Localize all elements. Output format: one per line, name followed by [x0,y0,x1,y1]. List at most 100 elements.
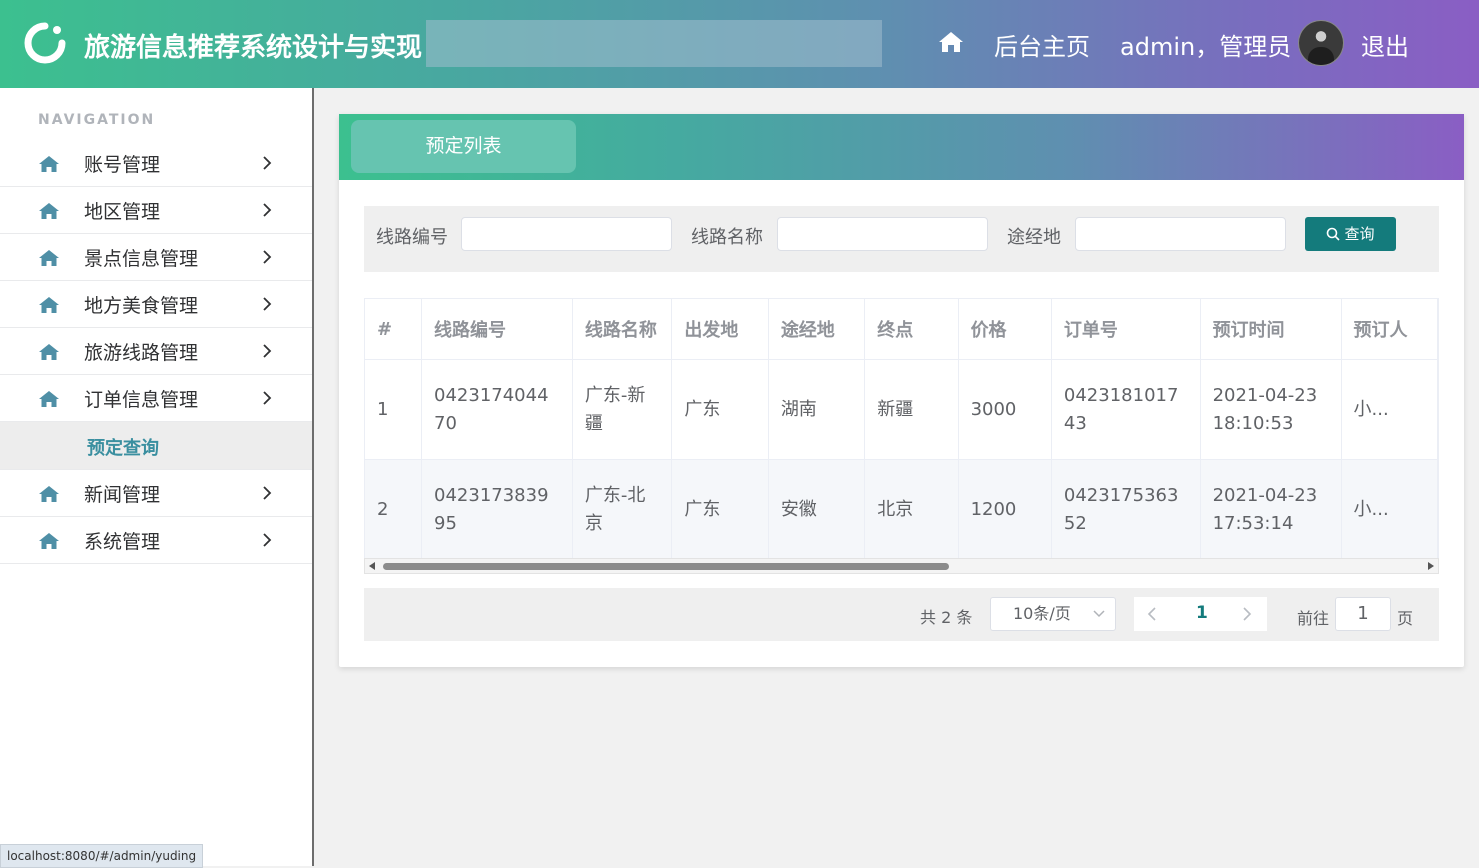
goto-label: 前往 [1297,609,1330,628]
chevron-right-icon [263,486,272,500]
col-header: 终点 [864,299,959,360]
chevron-right-icon [263,156,272,170]
search-bar: 线路编号 线路名称 途经地 查询 [364,206,1439,272]
sidebar-item-news[interactable]: 新闻管理 [0,470,312,517]
table-cell: 3000 [958,359,1052,460]
chevron-down-icon [1093,610,1105,618]
sidebar-item-scenic[interactable]: 景点信息管理 [0,234,312,281]
table-cell: 湖南 [768,359,866,460]
goto-page-input[interactable]: 1 [1335,597,1391,631]
route-no-input[interactable] [461,217,672,251]
col-header: 订单号 [1051,299,1201,360]
home-icon [39,344,59,360]
sidebar-item-account[interactable]: 账号管理 [0,140,312,187]
sidebar-subitem-label: 预定查询 [87,438,159,459]
table-cell: 小... [1341,459,1438,560]
col-header: 线路编号 [421,299,573,360]
table-cell: 新疆 [864,359,959,460]
scroll-left-arrow-icon[interactable] [369,562,375,570]
sidebar-item-label: 新闻管理 [84,483,161,506]
home-icon [39,486,59,502]
col-header: # [365,299,423,360]
page-suffix-label: 页 [1397,609,1414,628]
sidebar: NAVIGATION 账号管理 地区管理 景点信息管理 地方美食管理 旅游线路管… [0,88,314,866]
sidebar-menu: 账号管理 地区管理 景点信息管理 地方美食管理 旅游线路管理 订单信息管理 预定… [0,140,312,564]
table-cell: 1 [365,359,423,460]
status-bar-url: localhost:8080/#/admin/yuding [0,844,204,868]
pager-box: 1 [1134,597,1267,631]
col-header: 途经地 [768,299,866,360]
logout-link[interactable]: 退出 [1361,27,1409,62]
home-icon [39,297,59,313]
table-cell: 042317383995 [421,459,573,560]
sidebar-item-label: 账号管理 [84,153,161,176]
next-page-icon[interactable] [1241,607,1253,621]
sidebar-item-order[interactable]: 订单信息管理 [0,375,312,422]
tab-booking-list[interactable]: 预定列表 [351,120,576,173]
home-icon [39,391,59,407]
table-header-row: # 线路编号 线路名称 出发地 途经地 终点 价格 订单号 预订时间 预订人 [365,299,1438,360]
col-header: 出发地 [671,299,769,360]
scroll-right-arrow-icon[interactable] [1428,562,1434,570]
sidebar-item-label: 地区管理 [84,200,161,223]
home-icon [39,533,59,549]
chevron-right-icon [263,344,272,358]
card-header: 预定列表 [339,114,1464,180]
scrollbar-thumb[interactable] [383,563,949,570]
via-label: 途经地 [1007,227,1061,248]
sidebar-subitem-booking-query[interactable]: 预定查询 [0,422,312,470]
chevron-right-icon [263,203,272,217]
table-row[interactable]: 2 042317383995 广东-北京 广东 安徽 北京 1200 04231… [365,459,1438,560]
pagination-total: 共 2 条 [920,608,973,627]
redacted-banner [426,20,882,67]
current-page-number[interactable]: 1 [1196,603,1208,623]
prev-page-icon[interactable] [1146,607,1158,621]
col-header: 线路名称 [572,299,673,360]
sidebar-item-route[interactable]: 旅游线路管理 [0,328,312,375]
sidebar-item-food[interactable]: 地方美食管理 [0,281,312,328]
sidebar-item-label: 景点信息管理 [84,247,199,270]
home-icon [39,250,59,266]
table-cell: 广东 [671,359,769,460]
table-cell: 安徽 [768,459,866,560]
avatar[interactable] [1298,20,1344,66]
home-icon [39,203,59,219]
col-header: 预订人 [1341,299,1438,360]
home-icon [39,156,59,172]
table-row[interactable]: 1 042317404470 广东-新疆 广东 湖南 新疆 3000 04231… [365,359,1438,460]
via-input[interactable] [1075,217,1286,251]
table-cell: 042317404470 [421,359,573,460]
search-button-label: 查询 [1344,225,1375,243]
col-header: 预订时间 [1200,299,1342,360]
nav-caption: NAVIGATION [38,112,156,128]
table-cell: 广东 [671,459,769,560]
current-user-label: admin，管理员 [1120,33,1292,61]
route-no-label: 线路编号 [376,227,448,248]
chevron-right-icon [263,391,272,405]
top-header: 旅游信息推荐系统设计与实现 后台主页 admin，管理员 退出 [0,0,1479,88]
search-icon [1327,227,1341,241]
table-cell: 北京 [864,459,959,560]
page-size-select[interactable]: 10条/页 [990,597,1116,631]
sidebar-item-label: 系统管理 [84,530,161,553]
col-header: 价格 [958,299,1052,360]
table-cell: 2021-04-23 17:53:14 [1200,459,1342,560]
sidebar-item-system[interactable]: 系统管理 [0,517,312,564]
table-cell: 广东-北京 [572,459,673,560]
sidebar-item-region[interactable]: 地区管理 [0,187,312,234]
table-cell: 042318101743 [1051,359,1201,460]
backend-home-link[interactable]: 后台主页 [994,27,1090,62]
table-horizontal-scrollbar[interactable] [364,558,1439,574]
sidebar-item-label: 订单信息管理 [84,388,199,411]
sidebar-item-label: 地方美食管理 [84,294,199,317]
home-icon[interactable] [938,30,964,54]
booking-list-card: 预定列表 线路编号 线路名称 途经地 查询 # 线路编号 线路名称 出发地 途经… [339,114,1464,667]
search-button[interactable]: 查询 [1305,217,1396,251]
table-cell: 小... [1341,359,1438,460]
logo-icon [24,22,66,64]
route-name-input[interactable] [777,217,988,251]
app-title: 旅游信息推荐系统设计与实现 [84,33,423,63]
table-cell: 广东-新疆 [572,359,673,460]
booking-table: # 线路编号 线路名称 出发地 途经地 终点 价格 订单号 预订时间 预订人 1… [365,299,1438,560]
chevron-right-icon [263,533,272,547]
